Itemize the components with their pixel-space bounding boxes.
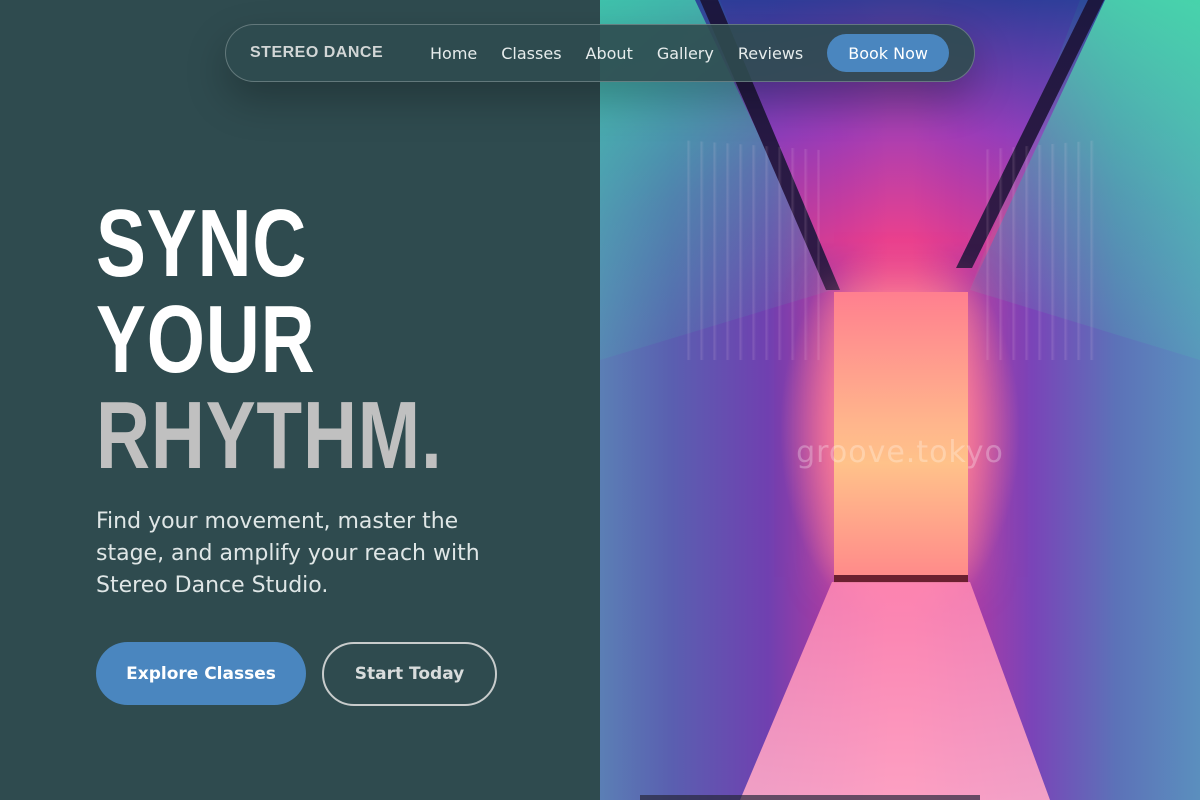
hero-headline: SYNC YOUR RHYTHM. xyxy=(96,196,443,484)
headline-line-1: SYNC xyxy=(96,190,308,297)
neon-corridor-image: groove.tokyo xyxy=(600,0,1200,800)
explore-classes-button[interactable]: Explore Classes xyxy=(96,642,306,705)
book-now-button[interactable]: Book Now xyxy=(827,34,949,72)
top-navigation: STEREO DANCE Home Classes About Gallery … xyxy=(225,24,975,82)
watermark-text: groove.tokyo xyxy=(796,435,1004,470)
nav-link-about[interactable]: About xyxy=(586,44,633,63)
headline-line-2: YOUR xyxy=(96,286,316,393)
image-bottom-strip xyxy=(640,795,980,800)
nav-link-home[interactable]: Home xyxy=(430,44,477,63)
headline-line-3: RHYTHM. xyxy=(96,382,443,489)
start-today-button[interactable]: Start Today xyxy=(322,642,497,706)
nav-link-gallery[interactable]: Gallery xyxy=(657,44,714,63)
landing-page: groove.tokyo STEREO DANCE Home Classes A… xyxy=(0,0,1200,800)
hero-subtitle: Find your movement, master the stage, an… xyxy=(96,509,480,598)
brand-logo[interactable]: STEREO DANCE xyxy=(250,44,430,62)
nav-links: Home Classes About Gallery Reviews xyxy=(430,44,803,63)
nav-link-reviews[interactable]: Reviews xyxy=(738,44,803,63)
image-floor-line xyxy=(834,575,968,583)
nav-link-classes[interactable]: Classes xyxy=(501,44,561,63)
